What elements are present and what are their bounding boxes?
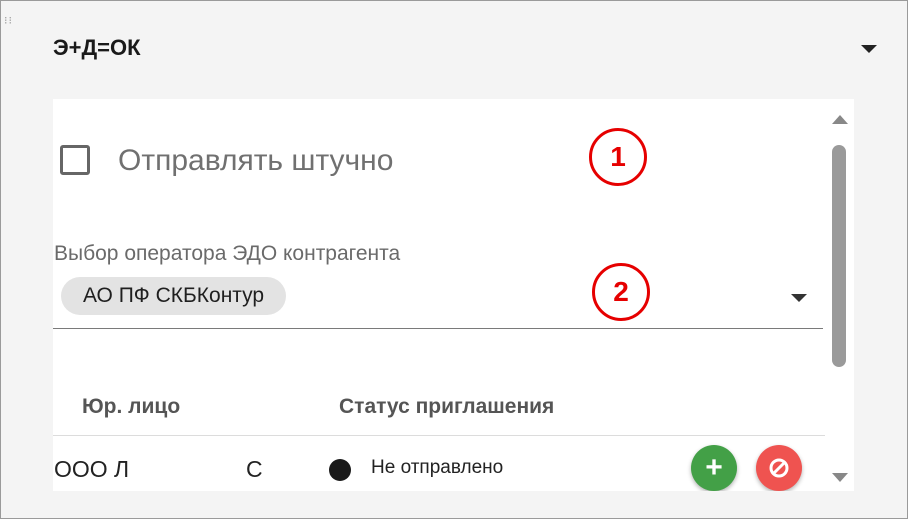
column-header-entity: Юр. лицо	[82, 395, 181, 418]
status-dot	[329, 459, 351, 481]
scrollbar-thumb[interactable]	[832, 145, 846, 367]
operator-chip[interactable]: АО ПФ СКБКонтур	[61, 277, 287, 315]
chevron-down-icon[interactable]	[861, 45, 877, 53]
table-header-divider	[53, 435, 825, 436]
send-individually-label[interactable]: Отправлять штучно	[118, 144, 393, 178]
row-status: Не отправлено	[371, 457, 504, 478]
callout-badge-1: 1	[589, 128, 647, 186]
block-button[interactable]	[756, 445, 802, 491]
add-button[interactable]: +	[691, 445, 737, 491]
column-header-status: Статус приглашения	[339, 395, 555, 418]
row-entity: ООО Л	[54, 456, 130, 482]
send-individually-checkbox[interactable]	[60, 145, 90, 175]
row-col2: С	[246, 456, 263, 482]
plus-icon: +	[705, 451, 723, 484]
scroll-down-arrow-icon[interactable]	[832, 473, 848, 482]
select-dropdown-arrow-icon[interactable]	[791, 294, 807, 302]
widget-frame: ⁝⁝ Э+Д=ОК Отправлять штучно 1 Выбор опер…	[0, 0, 908, 519]
block-icon	[769, 458, 789, 478]
operator-select-label: Выбор оператора ЭДО контрагента	[54, 242, 401, 265]
section-title: Э+Д=ОК	[53, 35, 141, 60]
callout-badge-2: 2	[592, 263, 650, 321]
select-underline	[53, 328, 823, 329]
content-panel: Отправлять штучно 1 Выбор оператора ЭДО …	[53, 99, 854, 491]
drag-handle-icon[interactable]: ⁝⁝	[4, 15, 12, 30]
scroll-up-arrow-icon[interactable]	[832, 115, 848, 124]
